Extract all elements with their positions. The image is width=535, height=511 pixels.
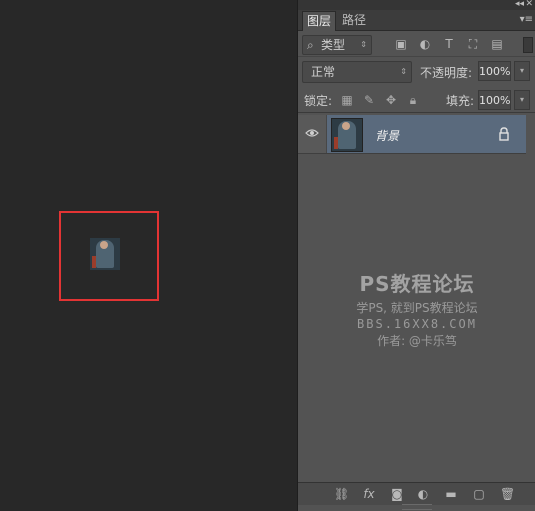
chevron-updown-icon: ⇕ — [400, 67, 407, 76]
watermark-subtitle: 学PS, 就到PS教程论坛 — [356, 301, 478, 315]
shape-filter-icon[interactable]: ⛶ — [466, 37, 480, 51]
trash-icon[interactable]: 🗑︎ — [500, 487, 515, 501]
opacity-dropdown-button[interactable]: ▾ — [514, 61, 530, 81]
lock-all-icon[interactable]: 🔒︎ — [406, 93, 420, 107]
eye-icon — [305, 129, 319, 137]
close-panel-icon[interactable]: ✕ — [525, 0, 533, 10]
layers-bottom-toolbar: ⛓ fx ◙ ◐ ▬ ▢ 🗑︎ — [298, 482, 535, 505]
layer-name[interactable]: 背景 — [375, 127, 399, 144]
watermark-title: PS教程论坛 — [359, 272, 475, 296]
layers-panel: ◂◂ ✕ 图层 路径 ▾≡ ⌕ 类型 ⇕ ▣ ◐ T ⛶ ▤ 正常 ⇕ 不透明度… — [297, 0, 535, 511]
watermark-url: BBS.16XX8.COM — [357, 317, 477, 331]
document-canvas[interactable] — [0, 0, 297, 511]
mask-icon[interactable]: ◙ — [390, 487, 404, 501]
adjustment-filter-icon[interactable]: ◐ — [418, 37, 432, 51]
collapse-panel-icon[interactable]: ◂◂ — [515, 0, 524, 10]
layer-row[interactable]: 背景 — [298, 115, 526, 154]
search-icon: ⌕ — [307, 38, 314, 52]
tab-paths[interactable]: 路径 — [338, 11, 370, 30]
smart-object-filter-icon[interactable]: ▤ — [490, 37, 504, 51]
fill-dropdown-button[interactable]: ▾ — [514, 90, 530, 110]
fill-label: 填充: — [446, 94, 475, 108]
canvas-image[interactable] — [90, 238, 120, 270]
blend-mode-label: 正常 — [311, 65, 336, 79]
pixel-filter-icon[interactable]: ▣ — [394, 37, 408, 51]
type-filter-icon[interactable]: T — [442, 37, 456, 51]
watermark-author: 作者: @卡乐笃 — [377, 334, 457, 348]
new-layer-icon[interactable]: ▢ — [472, 487, 486, 501]
fx-icon[interactable]: fx — [362, 487, 376, 501]
filter-type-select[interactable]: ⌕ 类型 ⇕ — [302, 35, 372, 55]
panel-menu-icon[interactable]: ▾≡ — [520, 14, 533, 25]
resize-grip[interactable] — [402, 504, 432, 510]
lock-icon — [499, 127, 509, 141]
lock-move-icon[interactable]: ✥ — [384, 93, 398, 107]
opacity-input[interactable]: 100% — [478, 61, 511, 81]
opacity-label: 不透明度: — [420, 66, 473, 80]
folder-icon[interactable]: ▬ — [444, 487, 458, 501]
visibility-toggle[interactable] — [298, 115, 327, 153]
blend-row: 正常 ⇕ 不透明度: 100% ▾ — [298, 58, 535, 86]
chevron-updown-icon: ⇕ — [360, 40, 367, 49]
tab-layers[interactable]: 图层 — [302, 11, 337, 31]
layer-item-selected[interactable]: 背景 — [327, 115, 526, 153]
lock-paint-icon[interactable]: ✎ — [362, 93, 376, 107]
watermark: PS教程论坛 学PS, 就到PS教程论坛 BBS.16XX8.COM 作者: @… — [298, 268, 535, 349]
lock-row: 锁定: ▦ ✎ ✥ 🔒︎ 填充: 100% ▾ — [298, 88, 535, 113]
layer-thumbnail — [331, 118, 363, 152]
panel-title-bar: ◂◂ ✕ — [298, 0, 535, 10]
link-icon[interactable]: ⛓ — [334, 487, 349, 501]
blend-mode-select[interactable]: 正常 ⇕ — [302, 61, 412, 83]
layer-filter-row: ⌕ 类型 ⇕ ▣ ◐ T ⛶ ▤ — [298, 32, 535, 57]
filter-type-label: 类型 — [321, 38, 346, 52]
adjustment-icon[interactable]: ◐ — [416, 487, 430, 501]
filter-toggle[interactable] — [523, 37, 533, 53]
fill-input[interactable]: 100% — [478, 90, 511, 110]
lock-label: 锁定: — [304, 94, 333, 108]
panel-tabs: 图层 路径 ▾≡ — [298, 10, 535, 31]
lock-transparent-icon[interactable]: ▦ — [340, 93, 354, 107]
